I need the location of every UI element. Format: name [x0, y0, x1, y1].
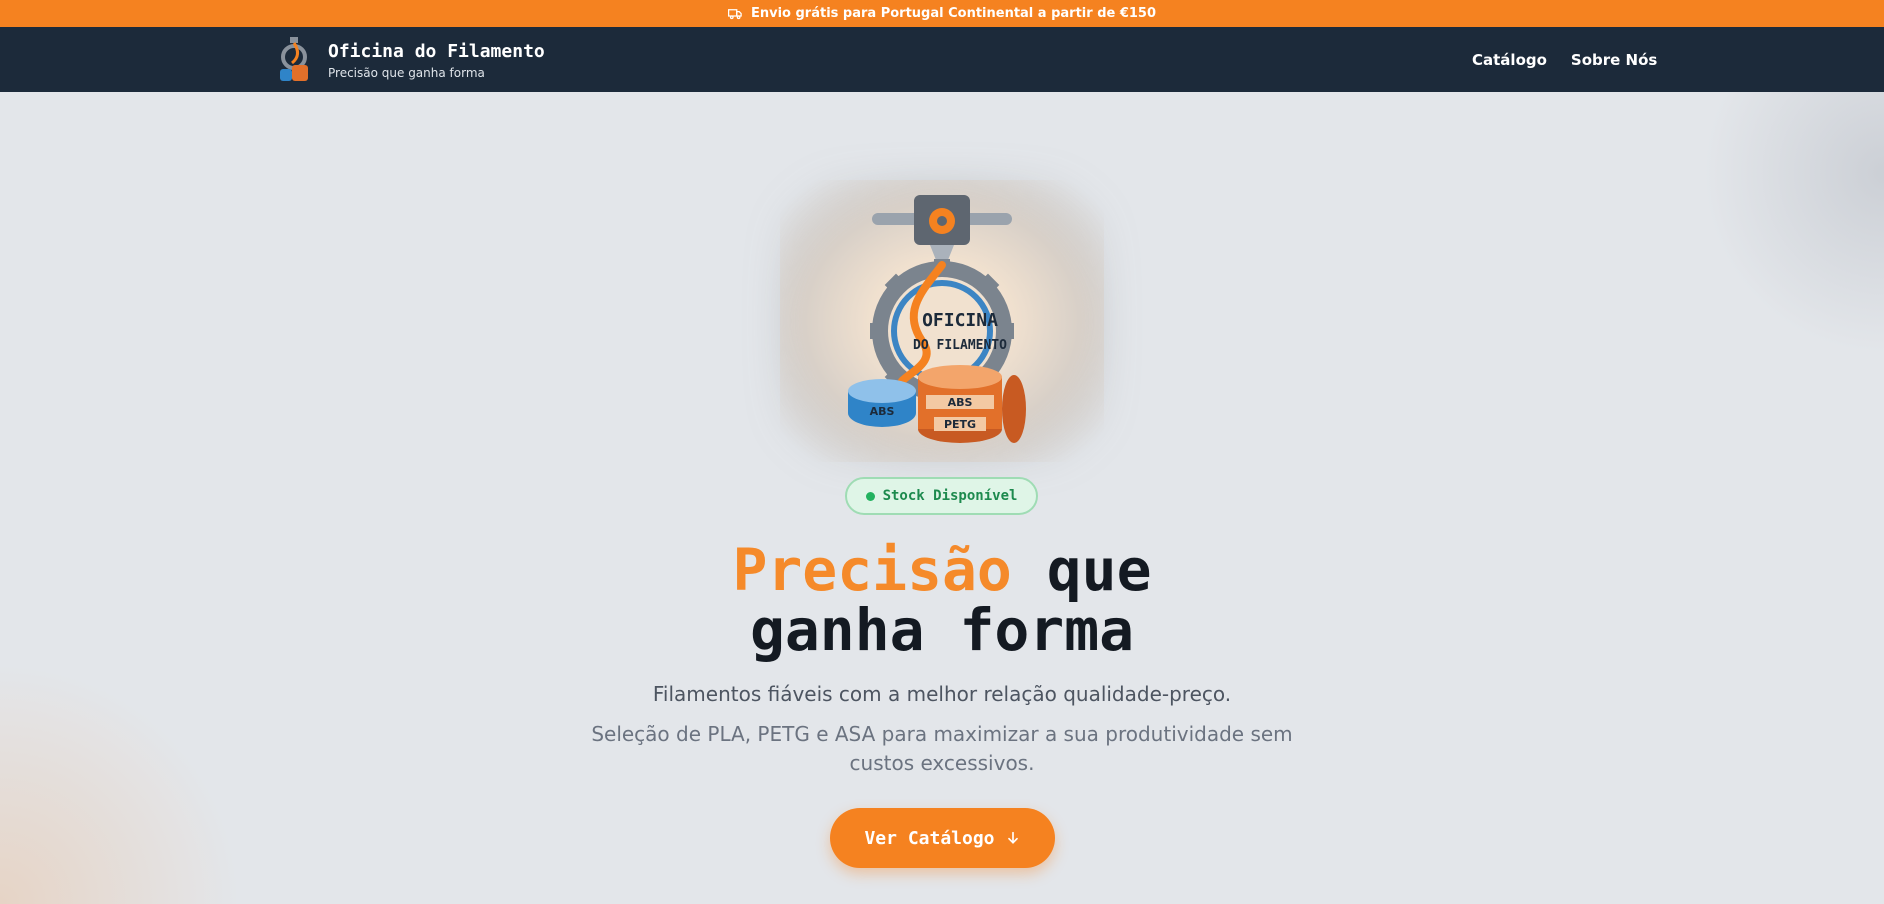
brand-logo-icon — [280, 37, 308, 81]
headline-rest: que — [1011, 536, 1152, 604]
spool-label-2: ABS — [948, 396, 973, 409]
hero-section: OFICINA DO FILAMENTO ABS ABS PETG Stock … — [0, 92, 1884, 904]
hero-headline: Precisão que ganha forma — [0, 540, 1884, 660]
headline-line2: ganha forma — [749, 596, 1135, 664]
filament-logo-image: OFICINA DO FILAMENTO ABS ABS PETG — [848, 195, 1026, 443]
hero-subtitle: Filamentos fiáveis com a melhor relação … — [652, 682, 1232, 706]
brand-subtitle: Precisão que ganha forma — [328, 65, 485, 80]
truck-icon — [727, 9, 742, 20]
stock-badge: Stock Disponível — [845, 477, 1038, 515]
nav-link-sobre-nos[interactable]: Sobre Nós — [1571, 51, 1657, 69]
spool-label-1: ABS — [870, 405, 895, 418]
cta-label: Ver Catálogo — [864, 827, 995, 849]
main-navbar: Oficina do Filamento Precisão que ganha … — [0, 27, 1884, 92]
announcement-text: Envio grátis para Portugal Continental a… — [750, 6, 1157, 21]
headline-accent: Precisão — [732, 536, 1012, 604]
brand[interactable]: Oficina do Filamento Precisão que ganha … — [272, 35, 545, 85]
nav-links: Catálogo Sobre Nós — [1472, 27, 1657, 92]
logo-text-line2: DO FILAMENTO — [913, 338, 1007, 353]
arrow-down-icon — [1007, 831, 1018, 844]
stock-badge-label: Stock Disponível — [882, 488, 1018, 504]
view-catalog-button[interactable]: Ver Catálogo — [830, 808, 1055, 868]
brand-title: Oficina do Filamento — [328, 40, 545, 62]
announcement-bar: Envio grátis para Portugal Continental a… — [0, 0, 1884, 27]
nav-link-catalogo[interactable]: Catálogo — [1472, 51, 1547, 69]
hero-logo: OFICINA DO FILAMENTO ABS ABS PETG — [780, 180, 1104, 462]
status-dot-icon — [865, 491, 875, 501]
hero-description: Seleção de PLA, PETG e ASA para maximiza… — [591, 722, 1293, 775]
spool-label-3: PETG — [944, 418, 976, 431]
logo-text-line1: OFICINA — [922, 310, 998, 331]
